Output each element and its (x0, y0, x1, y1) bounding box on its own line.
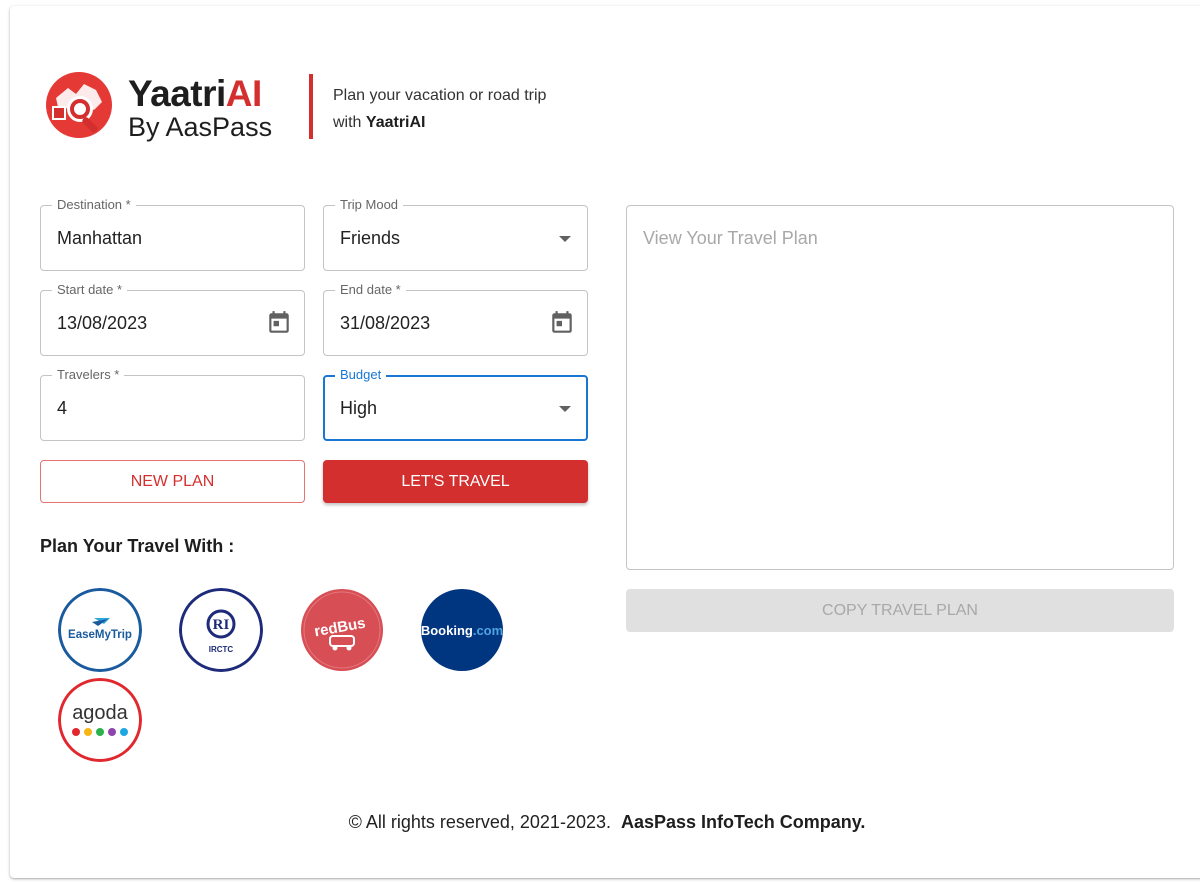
easemytrip-logo-icon[interactable]: EaseMyTrip (58, 588, 142, 672)
svg-text:agoda: agoda (72, 702, 128, 724)
start-date-label: Start date * (52, 283, 128, 297)
calendar-icon[interactable] (266, 310, 292, 336)
dropdown-arrow-icon[interactable] (559, 236, 571, 242)
destination-input[interactable]: Manhattan (57, 227, 142, 249)
footer-company: AasPass InfoTech Company. (621, 812, 866, 832)
svg-text:Booking.com: Booking.com (421, 623, 503, 638)
budget-select[interactable]: Budget High (323, 368, 588, 441)
budget-value: High (340, 398, 378, 418)
footer-copyright: © All rights reserved, 2021-2023. (348, 812, 611, 832)
trip-mood-select[interactable]: Trip Mood Friends (323, 198, 588, 271)
destination-label: Destination * (52, 198, 136, 212)
svg-text:IRCTC: IRCTC (209, 645, 234, 654)
destination-field[interactable]: Destination * Manhattan (40, 198, 305, 271)
copy-travel-plan-button[interactable]: COPY TRAVEL PLAN (626, 589, 1174, 632)
brand-title: YaatriAI (128, 73, 262, 114)
end-date-field[interactable]: End date * 31/08/2023 (323, 283, 588, 356)
new-plan-button[interactable]: NEW PLAN (40, 460, 305, 503)
header-divider (309, 74, 313, 139)
booking-logo-icon[interactable]: Booking.com (420, 588, 504, 672)
brand-subtitle: By AasPass (128, 112, 273, 142)
calendar-icon[interactable] (549, 310, 575, 336)
trip-mood-label: Trip Mood (335, 198, 404, 212)
svg-text:RI: RI (213, 617, 230, 633)
start-date-field[interactable]: Start date * 13/08/2023 (40, 283, 305, 356)
travel-plan-output[interactable]: View Your Travel Plan (626, 205, 1174, 570)
irctc-logo-icon[interactable]: RI IRCTC (179, 588, 263, 672)
trip-mood-value: Friends (340, 228, 401, 248)
travel-plan-placeholder: View Your Travel Plan (643, 228, 818, 248)
lets-travel-button[interactable]: LET'S TRAVEL (323, 460, 588, 503)
start-date-input[interactable]: 13/08/2023 (57, 312, 147, 334)
travelers-field[interactable]: Travelers * 4 (40, 368, 305, 441)
yaatriai-logo-icon (42, 68, 120, 144)
travelers-input[interactable]: 4 (57, 397, 67, 419)
brand-block: YaatriAI By AasPass (128, 73, 273, 143)
dropdown-arrow-icon[interactable] (559, 406, 571, 412)
end-date-label: End date * (335, 283, 406, 297)
budget-label: Budget (335, 368, 387, 382)
svg-text:EaseMyTrip: EaseMyTrip (68, 629, 132, 641)
partners-heading: Plan Your Travel With : (40, 536, 235, 556)
end-date-input[interactable]: 31/08/2023 (340, 312, 430, 334)
tagline: Plan your vacation or road trip with Yaa… (333, 87, 547, 131)
travelers-label: Travelers * (52, 368, 125, 382)
redbus-logo-icon[interactable]: redBus (300, 588, 384, 672)
agoda-logo-icon[interactable]: agoda (58, 678, 142, 762)
footer: © All rights reserved, 2021-2023. AasPas… (0, 812, 1200, 833)
